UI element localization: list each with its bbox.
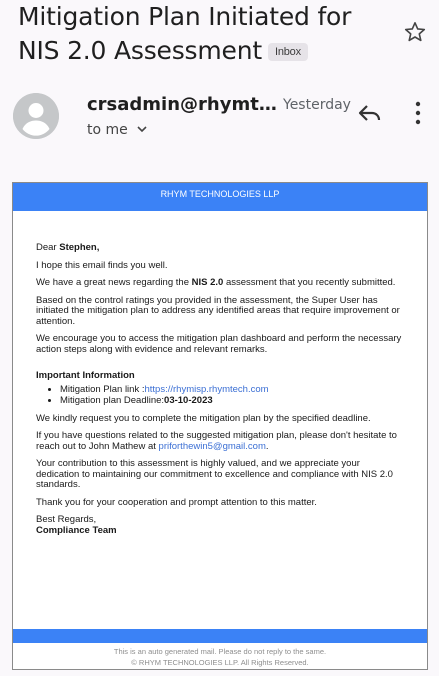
deadline-label: Mitigation plan Deadline: bbox=[60, 394, 165, 406]
footer-copyright: © RHYM TECHNOLOGIES LLP. All Rights Rese… bbox=[131, 658, 309, 667]
p6-post: . bbox=[265, 440, 269, 452]
signoff: Best Regards, bbox=[36, 514, 97, 525]
star-outline-icon[interactable] bbox=[403, 20, 427, 44]
p2-post: assessment that you recently submitted. bbox=[223, 277, 396, 288]
email-banner: RHYM TECHNOLOGIES LLP bbox=[13, 183, 427, 211]
list-item-link: Mitigation Plan link :https://rhymisp.rh… bbox=[60, 384, 405, 395]
email-subject: Mitigation Plan Initiated for NIS 2.0 As… bbox=[18, 0, 388, 68]
inbox-label-badge[interactable]: Inbox bbox=[267, 43, 308, 61]
email-footer: This is an auto generated mail. Please d… bbox=[13, 646, 427, 668]
paragraph-3: Based on the control ratings you provide… bbox=[36, 294, 400, 327]
email-date: Yesterday bbox=[283, 97, 351, 113]
more-vert-icon[interactable] bbox=[412, 100, 424, 126]
footer-notice: This is an auto generated mail. Please d… bbox=[113, 647, 327, 656]
signature: Best Regards, Compliance Team bbox=[36, 514, 405, 536]
link-label: Mitigation Plan link : bbox=[60, 383, 145, 395]
sender-address[interactable]: crsadmin@rhymtec... bbox=[87, 94, 277, 115]
paragraph-7: Your contribution to this assessment is … bbox=[36, 458, 393, 490]
p2-pre: We have a great news regarding the bbox=[36, 277, 192, 288]
chevron-down-icon[interactable] bbox=[136, 124, 148, 134]
paragraph-2: We have a great news regarding the NIS 2… bbox=[36, 277, 405, 289]
list-item-deadline: Mitigation plan Deadline:03-10-2023 bbox=[60, 395, 405, 406]
reply-icon[interactable] bbox=[358, 103, 382, 123]
recipient-toggle[interactable]: to me bbox=[87, 122, 148, 138]
paragraph-6: If you have questions related to the sug… bbox=[36, 430, 405, 452]
paragraph-8: Thank you for your cooperation and promp… bbox=[36, 496, 317, 508]
p2-bold: NIS 2.0 bbox=[191, 277, 224, 288]
team-name: Compliance Team bbox=[36, 524, 117, 536]
email-content: Dear Stephen, I hope this email finds yo… bbox=[13, 211, 427, 536]
greeting-prefix: Dear bbox=[36, 242, 60, 253]
important-info-list: Mitigation Plan link :https://rhymisp.rh… bbox=[36, 384, 405, 406]
person-icon[interactable] bbox=[13, 93, 59, 139]
greeting: Dear Stephen, bbox=[36, 242, 405, 254]
deadline-value: 03-10-2023 bbox=[164, 394, 213, 406]
paragraph-4: We encourage you to access the mitigatio… bbox=[36, 333, 402, 355]
contact-email-link[interactable]: priforthewin5@gmail.com bbox=[159, 441, 266, 452]
paragraph-1: I hope this email finds you well. bbox=[36, 259, 168, 271]
greeting-name: Stephen, bbox=[59, 242, 100, 253]
mitigation-plan-link[interactable]: https://rhymisp.rhymtech.com bbox=[144, 384, 268, 395]
important-info-title: Important Information bbox=[36, 370, 135, 381]
email-body-frame: RHYM TECHNOLOGIES LLP Dear Stephen, I ho… bbox=[12, 182, 428, 670]
paragraph-5: We kindly request you to complete the mi… bbox=[36, 412, 371, 424]
email-footer-bar bbox=[13, 629, 427, 643]
recipient-text: to me bbox=[87, 122, 128, 138]
